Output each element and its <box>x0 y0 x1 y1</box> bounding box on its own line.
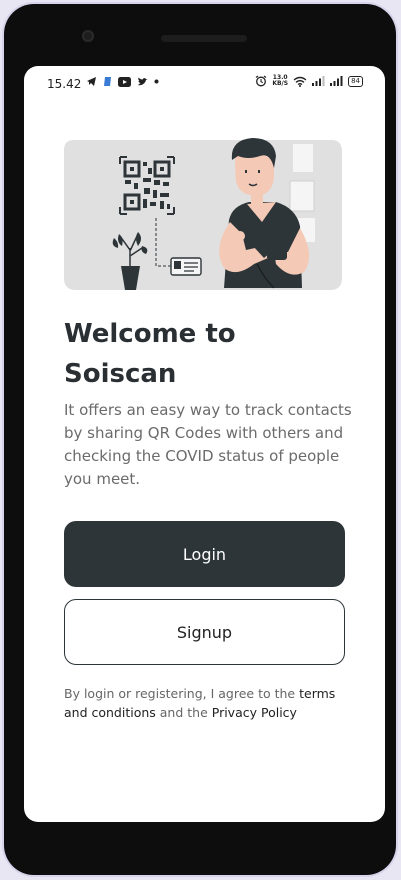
twitter-icon <box>138 77 148 85</box>
phone-frame: 15.42 13.0 KB/S 84 Welcome to Soiscan It… <box>4 4 396 875</box>
terms-middle: and the <box>155 705 212 720</box>
terms-notice: By login or registering, I agree to the … <box>64 684 354 722</box>
network-speed: 13.0 KB/S <box>272 75 288 87</box>
system-icons: 13.0 KB/S 84 <box>255 75 363 87</box>
page-title: Welcome to Soiscan <box>64 314 354 394</box>
signup-button-label: Signup <box>176 622 233 642</box>
login-button[interactable]: Login <box>64 521 345 587</box>
network-speed-unit: KB/S <box>272 80 289 87</box>
front-camera <box>82 30 94 42</box>
status-time: 15.42 <box>47 77 82 91</box>
id-card-icon <box>170 257 202 276</box>
earpiece-speaker <box>161 35 247 42</box>
status-bar: 15.42 13.0 KB/S 84 <box>24 66 385 100</box>
signal-icon <box>312 76 325 86</box>
title-line-2: Soiscan <box>64 359 177 389</box>
battery-icon: 84 <box>348 75 363 87</box>
signup-button[interactable]: Signup <box>64 599 345 665</box>
signal-icon <box>330 76 343 86</box>
youtube-icon <box>118 76 131 87</box>
telegram-icon <box>87 77 96 86</box>
app-icon <box>104 77 111 86</box>
privacy-policy-link[interactable]: Privacy Policy <box>212 705 297 720</box>
qr-scan-illustration <box>64 138 342 290</box>
terms-prefix: By login or registering, I agree to the <box>64 686 300 701</box>
page-description: It offers an easy way to track contacts … <box>64 401 352 488</box>
title-line-1: Welcome to <box>64 319 236 349</box>
notification-icons <box>86 76 159 87</box>
dot-icon <box>154 79 159 84</box>
alarm-icon <box>255 75 267 87</box>
wifi-icon <box>293 76 307 87</box>
login-button-label: Login <box>182 544 227 564</box>
app-screen: 15.42 13.0 KB/S 84 Welcome to Soiscan It… <box>24 66 385 822</box>
